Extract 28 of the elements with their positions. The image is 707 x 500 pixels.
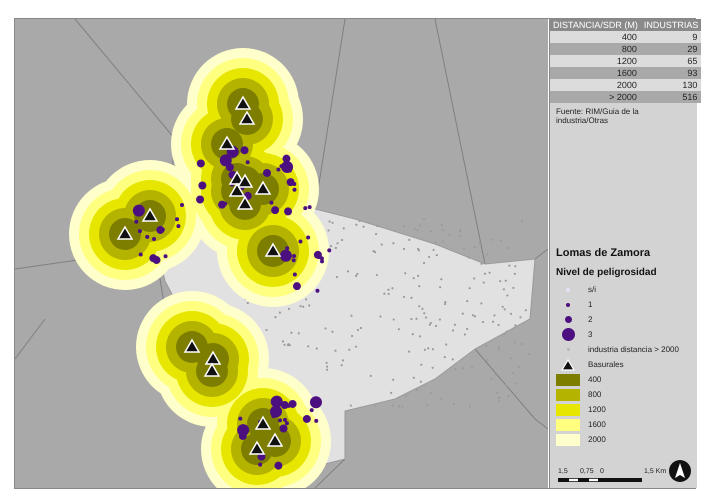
legend-label: 1600 bbox=[588, 420, 606, 429]
legend-label: 1 bbox=[588, 300, 592, 309]
legend-label: Basurales bbox=[588, 360, 624, 369]
table-cell: 516 bbox=[640, 91, 702, 103]
table-cell: 130 bbox=[640, 79, 702, 91]
table-cell: 1600 bbox=[550, 67, 641, 79]
legend-label: 3 bbox=[588, 330, 592, 339]
legend-subtitle: Nivel de peligrosidad bbox=[556, 267, 658, 278]
legend-label: 800 bbox=[588, 390, 602, 399]
table-cell: 9 bbox=[640, 31, 702, 43]
column-header: INDUSTRIAS bbox=[640, 19, 702, 31]
column-header: DISTANCIA/SDR (M) bbox=[550, 19, 641, 31]
legend-label: 1200 bbox=[588, 405, 606, 414]
table-cell: > 2000 bbox=[550, 91, 641, 103]
legend-label: 2 bbox=[588, 315, 592, 324]
table-cell: 800 bbox=[550, 43, 641, 55]
legend-label: 2000 bbox=[588, 435, 606, 444]
table-cell: 1200 bbox=[550, 55, 641, 67]
table-cell: 65 bbox=[640, 55, 702, 67]
table-cell: 29 bbox=[640, 43, 702, 55]
table-cell: 2000 bbox=[550, 79, 641, 91]
legend-label: industria distancia > 2000 bbox=[588, 345, 679, 354]
legend-label: 400 bbox=[588, 375, 602, 384]
table-cell: 93 bbox=[640, 67, 702, 79]
table-cell: 400 bbox=[550, 31, 641, 43]
legend-label: s/i bbox=[588, 285, 596, 294]
source-note: Fuente: RIM/Guia de la industria/Otras bbox=[555, 106, 640, 127]
legend-title: Lomas de Zamora bbox=[556, 247, 652, 259]
